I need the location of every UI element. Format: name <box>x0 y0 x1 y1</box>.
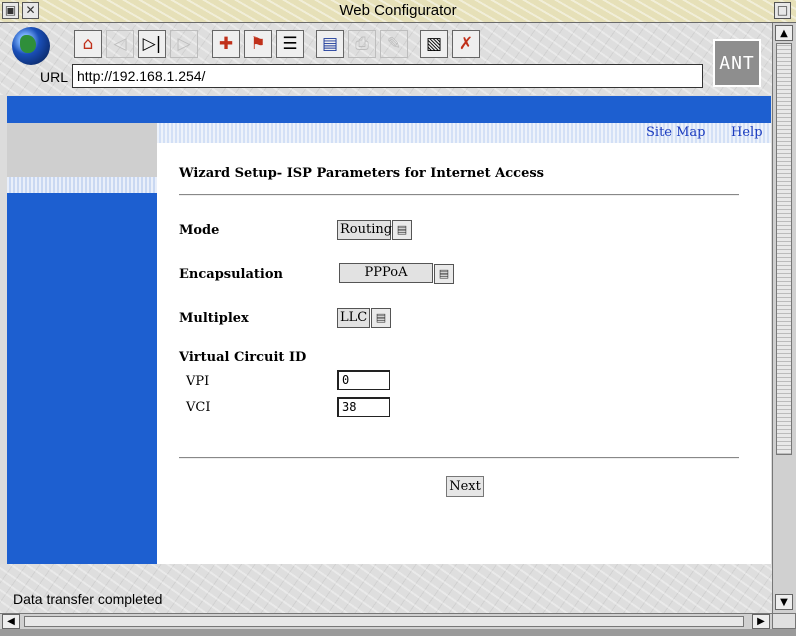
next-button[interactable]: Next <box>446 476 484 497</box>
encapsulation-menu-icon[interactable]: ▤ <box>434 264 454 284</box>
status-bar: Data transfer completed <box>0 564 772 613</box>
scroll-right-icon[interactable]: ▶ <box>752 614 770 629</box>
url-input[interactable]: http://192.168.1.254/ <box>72 64 703 88</box>
stop-icon[interactable]: ▷| <box>138 30 166 58</box>
horizontal-scroll-thumb[interactable] <box>24 616 744 627</box>
edit-icon: ✎ <box>380 30 408 58</box>
globe-icon[interactable] <box>12 27 50 65</box>
back-icon: ◁ <box>106 30 134 58</box>
hotlist-icon[interactable]: ⚑ <box>244 30 272 58</box>
multiplex-menu-icon[interactable]: ▤ <box>371 308 391 328</box>
divider-top <box>179 194 739 196</box>
toggle-size-icon[interactable]: □ <box>774 2 791 19</box>
encapsulation-select[interactable]: PPPoA <box>339 263 433 283</box>
vci-label: VCI <box>186 400 211 415</box>
view-source-icon[interactable]: ▧ <box>420 30 448 58</box>
forward-icon: ▷ <box>170 30 198 58</box>
page-title: Wizard Setup- ISP Parameters for Interne… <box>179 166 544 181</box>
browser-toolbar: ⌂ ◁ ▷| ▷ ✚ ⚑ ☰ ▤ ⎙ ✎ ▧ ✗ ANT URL http://… <box>0 23 772 95</box>
url-label: URL <box>40 69 69 85</box>
encapsulation-label: Encapsulation <box>179 267 283 282</box>
home-icon[interactable]: ⌂ <box>74 30 102 58</box>
vertical-scroll-thumb[interactable] <box>776 43 792 455</box>
mode-menu-icon[interactable]: ▤ <box>392 220 412 240</box>
page-content: Site Map Help Wizard Setup- ISP Paramete… <box>7 96 771 564</box>
scroll-down-icon[interactable]: ▼ <box>775 594 793 610</box>
history-icon[interactable]: ☰ <box>276 30 304 58</box>
scroll-left-icon[interactable]: ◀ <box>2 614 20 629</box>
print-icon: ⎙ <box>348 30 376 58</box>
cancel-icon[interactable]: ✗ <box>452 30 480 58</box>
sidebar <box>7 123 157 564</box>
vpi-input[interactable]: 0 <box>337 370 390 390</box>
sidebar-gray-block <box>7 123 157 177</box>
window-title: Web Configurator <box>339 2 457 19</box>
sidebar-stripe <box>7 177 157 193</box>
ant-logo-text: ANT <box>719 52 755 74</box>
virtual-circuit-heading: Virtual Circuit ID <box>179 350 307 365</box>
site-map-link[interactable]: Site Map <box>646 125 706 140</box>
desktop-strip <box>0 629 796 636</box>
multiplex-select[interactable]: LLC <box>337 308 370 328</box>
divider-bottom <box>179 457 739 459</box>
header-band <box>7 96 771 123</box>
save-icon[interactable]: ▤ <box>316 30 344 58</box>
vci-input[interactable]: 38 <box>337 397 390 417</box>
horizontal-scrollbar[interactable]: ◀ ▶ <box>0 613 772 629</box>
ant-logo-icon: ANT <box>713 39 761 87</box>
add-hotlist-icon[interactable]: ✚ <box>212 30 240 58</box>
status-text: Data transfer completed <box>13 591 163 607</box>
mode-select[interactable]: Routing <box>337 220 392 240</box>
multiplex-label: Multiplex <box>179 311 249 326</box>
scroll-up-icon[interactable]: ▲ <box>775 25 793 41</box>
resize-corner[interactable] <box>772 613 796 629</box>
window-title-bar[interactable]: ▣ ✕ Web Configurator □ <box>0 0 796 23</box>
vpi-label: VPI <box>186 374 210 389</box>
vertical-scrollbar[interactable]: ▲ ▼ <box>772 23 796 613</box>
help-link[interactable]: Help <box>731 125 763 140</box>
mode-label: Mode <box>179 223 220 238</box>
